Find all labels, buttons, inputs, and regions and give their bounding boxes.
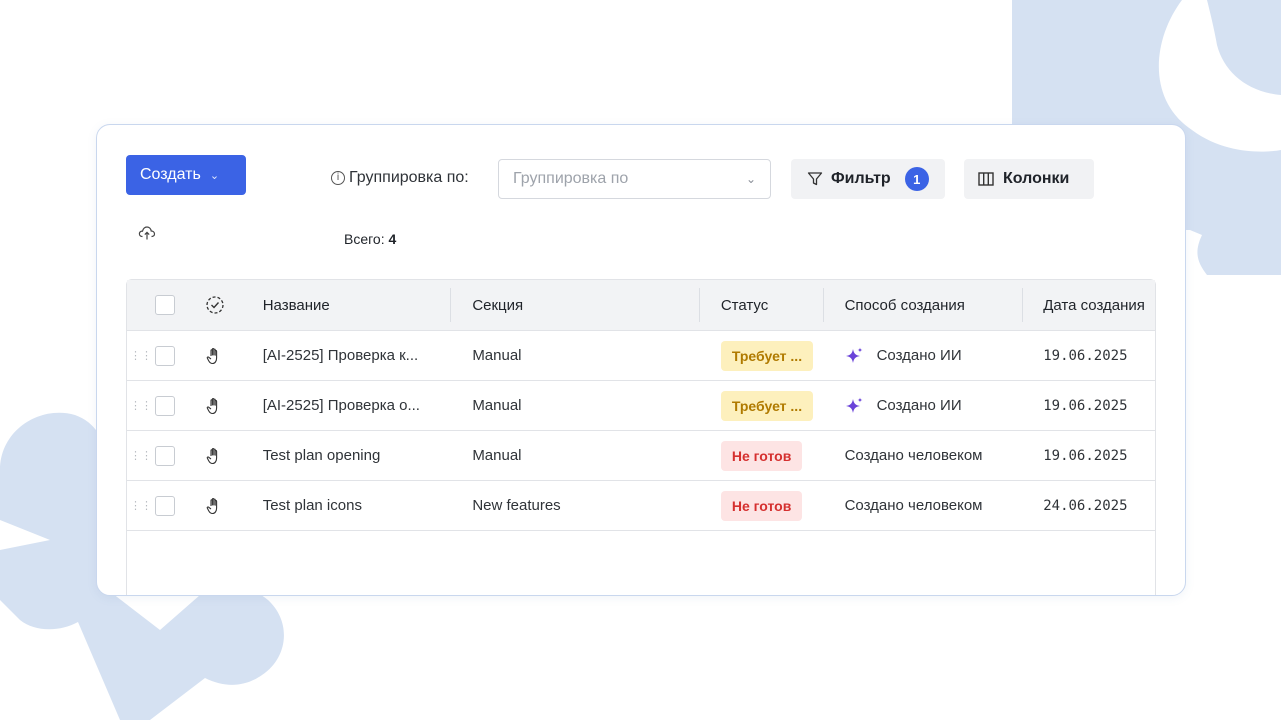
row-creation-method: Создано ИИ (876, 397, 962, 414)
columns-icon (978, 172, 994, 186)
columns-button-label: Колонки (1003, 170, 1070, 187)
drag-handle-icon[interactable]: ⋮⋮ (127, 399, 155, 412)
total-label: Всего: (344, 231, 385, 247)
row-name[interactable]: Test plan opening (263, 447, 462, 464)
header-name[interactable]: Название (263, 297, 462, 314)
total-count: Всего: 4 (344, 231, 396, 247)
column-divider[interactable] (699, 288, 700, 322)
table-row[interactable]: ⋮⋮ Test plan icons New features Не готов… (127, 481, 1155, 531)
row-checkbox[interactable] (154, 445, 175, 466)
header-created-date[interactable]: Дата создания (1032, 297, 1155, 314)
filter-button-label: Фильтр (831, 170, 891, 187)
row-checkbox[interactable] (154, 495, 175, 516)
column-divider[interactable] (823, 288, 824, 322)
row-creation-method: Создано ИИ (876, 347, 962, 364)
total-value: 4 (388, 231, 397, 247)
group-by-select[interactable]: Группировка по ⌄ (498, 159, 771, 199)
hand-icon[interactable] (205, 397, 223, 415)
group-by-label: i Группировка по: (331, 169, 469, 187)
chevron-down-icon: ⌄ (209, 169, 220, 182)
ai-sparkle-icon (845, 347, 863, 363)
table-row[interactable]: ⋮⋮ [AI-2525] Проверка о... Manual Требуе… (127, 381, 1155, 431)
drag-handle-icon[interactable]: ⋮⋮ (127, 449, 155, 462)
row-creation-method: Создано человеком (844, 447, 983, 464)
status-badge: Не готов (720, 490, 803, 521)
ai-sparkle-icon (845, 397, 863, 413)
create-button[interactable]: Создать ⌄ (126, 155, 246, 195)
drag-handle-icon[interactable]: ⋮⋮ (127, 499, 155, 512)
status-badge: Не готов (720, 440, 803, 471)
header-status[interactable]: Статус (710, 297, 834, 314)
row-created-date: 19.06.2025 (1043, 397, 1128, 414)
row-name[interactable]: [AI-2525] Проверка о... (263, 397, 462, 414)
hand-icon[interactable] (205, 447, 223, 465)
filter-icon (807, 172, 823, 186)
test-plans-table: Название Секция Статус Способ создания Д… (126, 279, 1156, 595)
header-section[interactable]: Секция (461, 297, 710, 314)
table-body: ⋮⋮ [AI-2525] Проверка к... Manual Требуе… (127, 331, 1155, 531)
cloud-upload-icon[interactable] (138, 225, 156, 241)
hand-icon[interactable] (205, 347, 223, 365)
columns-button[interactable]: Колонки (964, 159, 1094, 199)
select-all-checkbox[interactable] (154, 295, 175, 315)
row-section: Manual (472, 397, 522, 414)
row-created-date: 19.06.2025 (1043, 347, 1128, 364)
row-name[interactable]: [AI-2525] Проверка к... (263, 347, 462, 364)
status-badge: Требует ... (720, 390, 814, 421)
test-plans-card: Создать ⌄ i Группировка по: Группировка … (96, 124, 1186, 596)
row-checkbox[interactable] (154, 345, 175, 366)
group-by-placeholder: Группировка по (513, 170, 629, 187)
drag-handle-icon[interactable]: ⋮⋮ (127, 349, 155, 362)
column-divider[interactable] (1022, 288, 1023, 322)
status-badge: Требует ... (720, 340, 814, 371)
row-section: New features (472, 497, 561, 514)
row-creation-method: Создано человеком (844, 497, 983, 514)
table-row[interactable]: ⋮⋮ [AI-2525] Проверка к... Manual Требуе… (127, 331, 1155, 381)
table-header: Название Секция Статус Способ создания Д… (127, 280, 1155, 331)
row-created-date: 24.06.2025 (1043, 497, 1128, 514)
chevron-down-icon: ⌄ (745, 172, 756, 186)
create-button-label: Создать (140, 166, 201, 183)
filter-count-badge: 1 (904, 167, 929, 191)
hand-icon[interactable] (205, 497, 223, 515)
header-creation-method[interactable]: Способ создания (834, 297, 1033, 314)
row-section: Manual (472, 447, 522, 464)
row-section: Manual (472, 347, 522, 364)
row-name[interactable]: Test plan icons (263, 497, 462, 514)
table-row[interactable]: ⋮⋮ Test plan opening Manual Не готов Соз… (127, 431, 1155, 481)
dashed-check-circle-icon (206, 296, 224, 314)
info-icon: i (331, 171, 345, 185)
group-by-label-text: Группировка по: (349, 169, 469, 186)
row-checkbox[interactable] (154, 395, 175, 416)
filter-button[interactable]: Фильтр 1 (791, 159, 945, 199)
column-divider[interactable] (450, 288, 451, 322)
row-created-date: 19.06.2025 (1043, 447, 1128, 464)
